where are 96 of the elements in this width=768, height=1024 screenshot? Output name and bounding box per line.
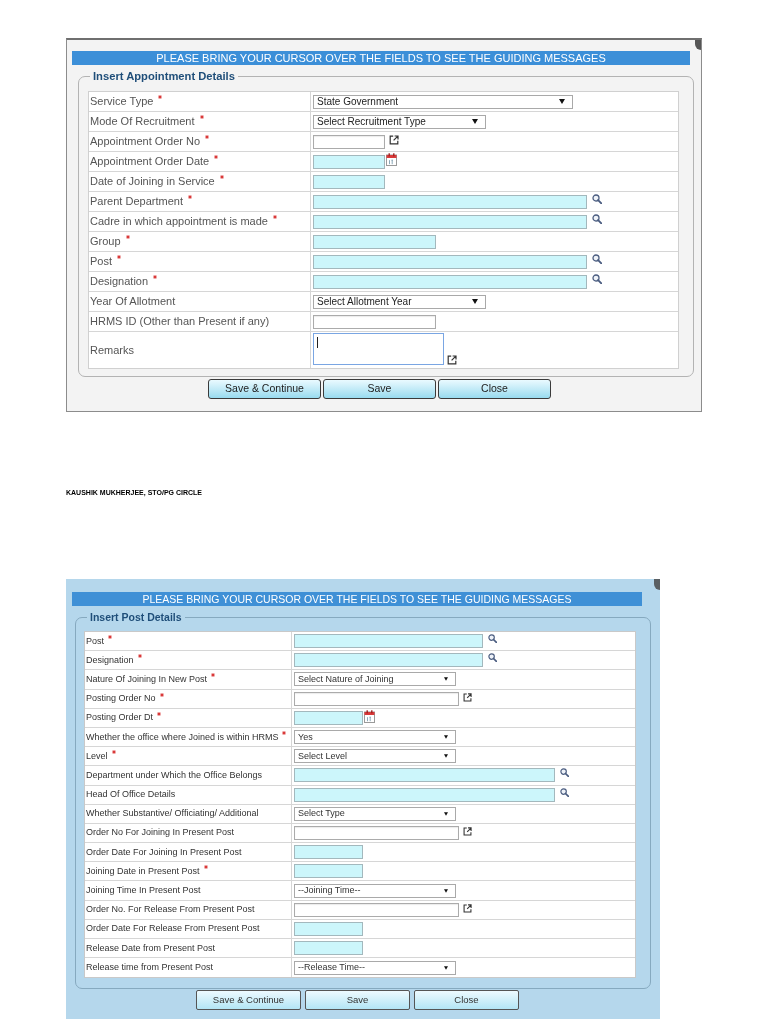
- guidance-banner: PLEASE BRING YOUR CURSOR OVER THE FIELDS TO SEE THE GUIDING MESSAGES: [72, 592, 642, 606]
- dropdown[interactable]: State Government: [313, 94, 573, 109]
- lookup-input[interactable]: [313, 194, 587, 209]
- text-input[interactable]: [313, 134, 385, 149]
- field-label: Mode Of Recruitment: [90, 115, 195, 128]
- dropdown-arrow-icon: [472, 299, 478, 304]
- dropdown-arrow-icon: [472, 119, 478, 124]
- dropdown-arrow-icon: [559, 99, 565, 104]
- close-button[interactable]: Close: [438, 379, 551, 399]
- field-label: HRMS ID (Other than Present if any): [90, 315, 270, 328]
- search-icon[interactable]: [592, 274, 602, 284]
- field-label: Group: [90, 235, 121, 248]
- shaded-input[interactable]: [294, 845, 363, 860]
- field-label: Level: [86, 750, 108, 762]
- lookup-input[interactable]: [294, 768, 555, 783]
- dropdown-arrow-icon: [444, 811, 448, 816]
- text-input[interactable]: [294, 825, 459, 840]
- dropdown-arrow-icon: [444, 677, 448, 682]
- field-label: Head Of Office Details: [86, 789, 176, 801]
- text-input[interactable]: [294, 691, 459, 706]
- dropdown[interactable]: --Joining Time--: [294, 883, 456, 898]
- lookup-input[interactable]: [294, 634, 483, 649]
- dropdown-arrow-icon: [444, 754, 448, 759]
- dropdown[interactable]: Yes: [294, 730, 456, 745]
- save-and-continue-button[interactable]: Save & Continue: [196, 990, 301, 1010]
- field-label: Appointment Order Date: [90, 155, 210, 168]
- field-label: Release Date from Present Post: [86, 942, 216, 954]
- lookup-input[interactable]: [313, 214, 587, 229]
- field-label: Designation: [86, 654, 134, 666]
- field-label: Whether the office where Joined is within HRMS: [86, 731, 279, 743]
- search-icon[interactable]: [592, 214, 602, 224]
- dropdown[interactable]: Select Type: [294, 806, 456, 821]
- field-label: Release time from Present Post: [86, 962, 214, 974]
- field-label: Posting Order Dt: [86, 712, 154, 724]
- field-label: Parent Department: [90, 195, 183, 208]
- field-label: Post: [86, 635, 104, 647]
- external-link-icon[interactable]: [463, 692, 472, 702]
- lookup-input[interactable]: [294, 653, 483, 668]
- save-and-continue-button[interactable]: Save & Continue: [208, 379, 321, 399]
- field-label: Department under Which the Office Belongs: [86, 769, 262, 781]
- field-label: Remarks: [90, 343, 134, 357]
- search-icon[interactable]: [560, 787, 569, 797]
- text-cursor-icon: [317, 337, 318, 348]
- field-label: Joining Time In Present Post: [86, 885, 201, 897]
- dropdown-arrow-icon: [444, 965, 448, 970]
- shaded-input[interactable]: [313, 234, 436, 249]
- guidance-banner: PLEASE BRING YOUR CURSOR OVER THE FIELDS TO SEE THE GUIDING MESSAGES: [72, 51, 690, 65]
- date-input[interactable]: [313, 154, 385, 169]
- dropdown[interactable]: Select Level: [294, 749, 456, 764]
- dropdown[interactable]: Select Recruitment Type: [313, 114, 486, 129]
- field-label: Designation: [90, 275, 149, 288]
- search-icon[interactable]: [592, 254, 602, 264]
- field-label: Whether Substantive/ Officiating/ Additional: [86, 808, 259, 820]
- text-input[interactable]: [313, 314, 436, 329]
- external-link-icon[interactable]: [463, 903, 472, 913]
- dropdown[interactable]: Select Allotment Year: [313, 294, 486, 309]
- section-legend: Insert Post Details: [87, 610, 185, 624]
- search-icon[interactable]: [592, 194, 602, 204]
- field-label: Nature Of Joining In New Post: [86, 673, 208, 685]
- field-label: Order Date For Release From Present Post: [86, 923, 260, 935]
- field-label: Cadre in which appointment is made: [90, 215, 268, 228]
- shaded-input[interactable]: [294, 864, 363, 879]
- save-button[interactable]: Save: [305, 990, 410, 1010]
- close-button[interactable]: Close: [414, 990, 519, 1010]
- lookup-input[interactable]: [294, 787, 555, 802]
- external-link-icon[interactable]: [447, 355, 457, 365]
- dropdown-arrow-icon: [444, 735, 448, 740]
- save-button[interactable]: Save: [323, 379, 436, 399]
- shaded-input[interactable]: [313, 174, 385, 189]
- field-label: Year Of Allotment: [90, 295, 176, 308]
- search-icon[interactable]: [488, 634, 497, 643]
- calendar-icon[interactable]: [386, 153, 397, 166]
- shaded-input[interactable]: [294, 921, 363, 936]
- field-label: Joining Date in Present Post: [86, 865, 200, 877]
- text-input[interactable]: [294, 902, 459, 917]
- field-label: Order No For Joining In Present Post: [86, 827, 235, 839]
- field-label: Service Type: [90, 95, 154, 108]
- field-label: Appointment Order No: [90, 135, 201, 148]
- field-label: Post: [90, 255, 112, 268]
- external-link-icon[interactable]: [389, 135, 399, 145]
- search-icon[interactable]: [488, 653, 497, 663]
- lookup-input[interactable]: [313, 274, 587, 289]
- dropdown[interactable]: --Release Time--: [294, 960, 456, 975]
- field-label: Date of Joining in Service: [90, 175, 215, 188]
- date-input[interactable]: [294, 710, 363, 725]
- calendar-icon[interactable]: [364, 709, 375, 723]
- shaded-input[interactable]: [294, 941, 363, 956]
- field-label: Posting Order No: [86, 693, 156, 705]
- lookup-input[interactable]: [313, 254, 587, 269]
- dropdown[interactable]: Select Nature of Joining: [294, 672, 456, 687]
- external-link-icon[interactable]: [463, 826, 472, 836]
- field-label: Order No. For Release From Present Post: [86, 904, 255, 916]
- section-legend: Insert Appointment Details: [90, 69, 238, 83]
- field-label: Order Date For Joining In Present Post: [86, 846, 242, 858]
- search-icon[interactable]: [560, 768, 569, 778]
- dropdown-arrow-icon: [444, 888, 448, 893]
